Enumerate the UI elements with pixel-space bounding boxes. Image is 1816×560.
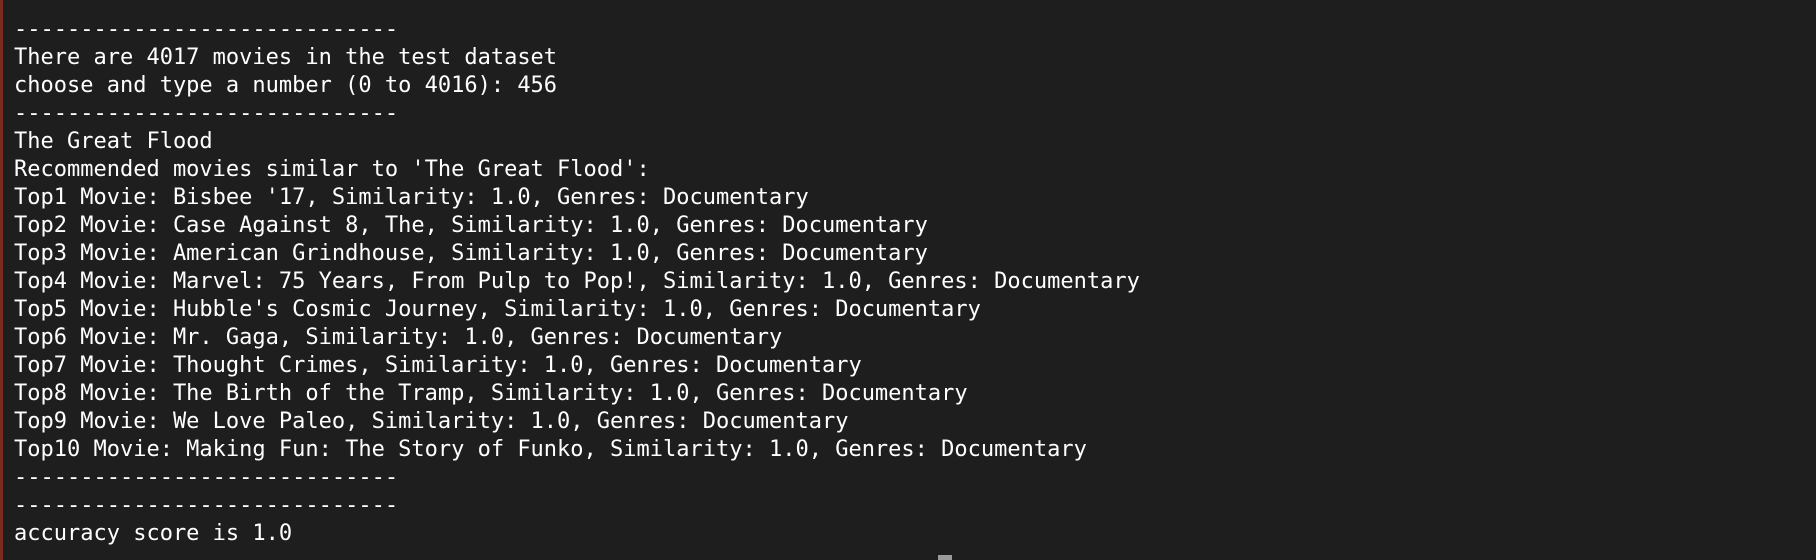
separator-line: ----------------------------- <box>14 493 399 518</box>
separator-line: ----------------------------- <box>14 465 399 490</box>
dataset-info-line: There are 4017 movies in the test datase… <box>14 45 558 70</box>
recommendation-line: Top4 Movie: Marvel: 75 Years, From Pulp … <box>14 269 1140 294</box>
separator-line: ----------------------------- <box>14 17 399 42</box>
recommendation-line: Top10 Movie: Making Fun: The Story of Fu… <box>14 437 1087 462</box>
recommendation-line: Top2 Movie: Case Against 8, The, Similar… <box>14 213 928 238</box>
separator-line: ----------------------------- <box>14 101 399 126</box>
recommendation-line: Top3 Movie: American Grindhouse, Similar… <box>14 241 928 266</box>
recommendations-header: Recommended movies similar to 'The Great… <box>14 157 650 182</box>
scroll-indicator[interactable] <box>938 555 952 560</box>
recommendation-line: Top8 Movie: The Birth of the Tramp, Simi… <box>14 381 968 406</box>
recommendation-line: Top1 Movie: Bisbee '17, Similarity: 1.0,… <box>14 185 809 210</box>
recommendation-line: Top7 Movie: Thought Crimes, Similarity: … <box>14 353 862 378</box>
window-left-edge <box>0 0 3 560</box>
recommendation-line: Top9 Movie: We Love Paleo, Similarity: 1… <box>14 409 849 434</box>
input-prompt-line: choose and type a number (0 to 4016): 45… <box>14 73 558 98</box>
accuracy-score-line: accuracy score is 1.0 <box>14 521 293 546</box>
recommendation-line: Top5 Movie: Hubble's Cosmic Journey, Sim… <box>14 297 981 322</box>
recommendation-line: Top6 Movie: Mr. Gaga, Similarity: 1.0, G… <box>14 325 783 350</box>
selected-movie-title: The Great Flood <box>14 129 213 154</box>
terminal-window[interactable]: ----------------------------- There are … <box>0 0 1816 560</box>
